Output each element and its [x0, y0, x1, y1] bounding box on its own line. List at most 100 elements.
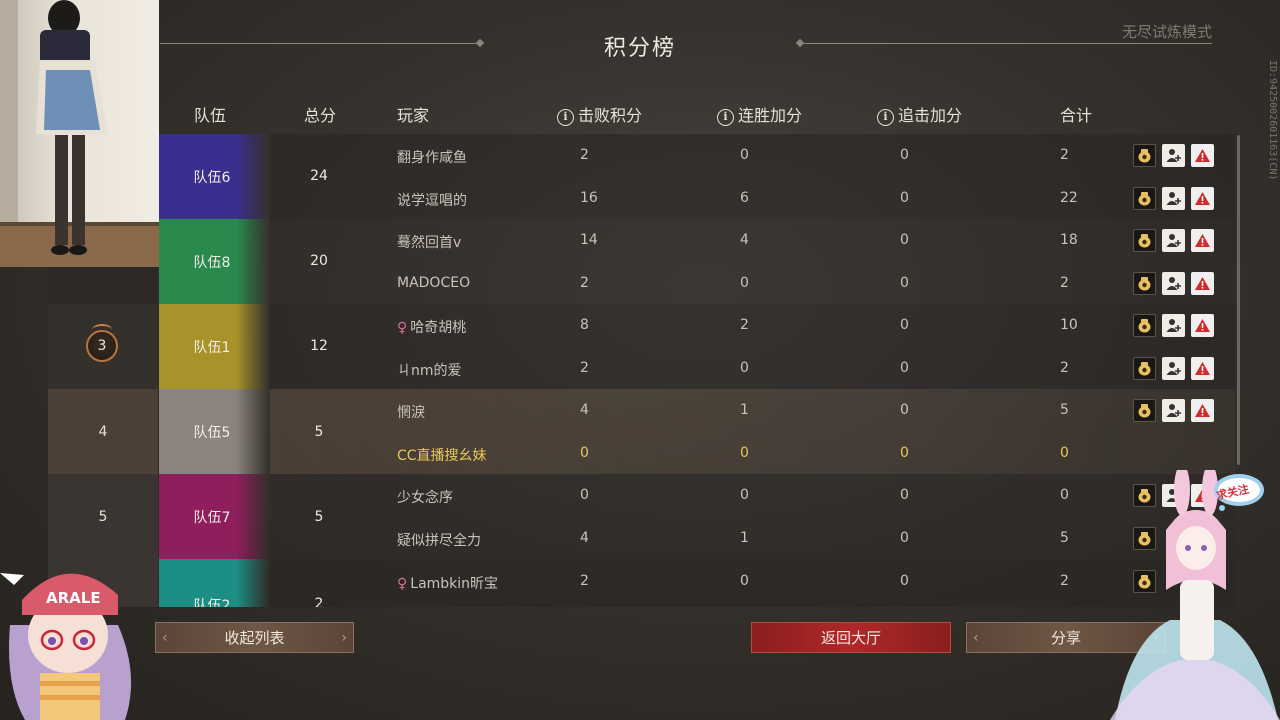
- add-friend-button[interactable]: [1162, 314, 1185, 337]
- player-name[interactable]: 惘淚: [397, 402, 547, 422]
- bean-bag-icon: [1138, 319, 1151, 333]
- webcam-image: [0, 0, 159, 267]
- chase-score: 0: [900, 317, 909, 333]
- add-friend-button[interactable]: [1162, 357, 1185, 380]
- rank-number: 4: [98, 424, 108, 440]
- team-block: 队伍2: [159, 559, 269, 607]
- bean-bag-button[interactable]: [1133, 144, 1156, 167]
- bean-bag-button[interactable]: [1133, 399, 1156, 422]
- return-lobby-button[interactable]: 返回大厅: [751, 622, 951, 653]
- player-total: 5: [1060, 530, 1069, 546]
- defeat-score: 2: [580, 275, 589, 291]
- header-sum: 合计: [1060, 106, 1093, 125]
- team-block: 队伍5: [159, 389, 269, 474]
- player-row: ㄐnm的爱 2 0 0 2: [397, 347, 1227, 389]
- report-button[interactable]: [1191, 357, 1214, 380]
- team-total: 20: [310, 253, 328, 269]
- streak-score: 1: [740, 530, 749, 546]
- streak-score: 1: [740, 402, 749, 418]
- header-team: 队伍: [194, 106, 227, 125]
- report-warning-icon: [1195, 149, 1210, 162]
- add-friend-button[interactable]: [1162, 187, 1185, 210]
- player-name[interactable]: MADOCEO: [397, 275, 547, 291]
- return-lobby-label: 返回大厅: [820, 629, 881, 647]
- team-total: 5: [314, 509, 324, 525]
- player-total: 22: [1060, 190, 1078, 206]
- player-row-self: CC直播搜幺妹 0 0 0 0: [397, 432, 1227, 474]
- player-name[interactable]: 翻身作咸鱼: [397, 147, 547, 167]
- defeat-score: 2: [580, 573, 589, 589]
- chase-score: 0: [900, 147, 909, 163]
- player-name[interactable]: 蓦然回首v: [397, 232, 547, 252]
- streak-score: 0: [740, 573, 749, 589]
- team-block: 队伍8: [159, 219, 269, 304]
- header-total: 总分: [304, 106, 337, 125]
- chase-score: 0: [900, 445, 909, 461]
- defeat-score: 16: [580, 190, 598, 206]
- header-defeat: i 击败积分: [557, 102, 642, 126]
- report-button[interactable]: [1191, 187, 1214, 210]
- player-row: ♀ 哈奇胡桃 8 2 0 10: [397, 304, 1227, 346]
- streak-score: 4: [740, 232, 749, 248]
- team-name: 队伍8: [193, 254, 231, 271]
- report-warning-icon: [1195, 319, 1210, 332]
- info-icon[interactable]: i: [557, 109, 574, 126]
- add-friend-icon: [1166, 404, 1181, 417]
- team-name: 队伍7: [193, 509, 231, 526]
- streak-score: 0: [740, 445, 749, 461]
- defeat-score: 0: [580, 487, 589, 503]
- chase-score: 0: [900, 487, 909, 503]
- player-total: 0: [1060, 487, 1069, 503]
- team-block: 队伍6: [159, 134, 269, 219]
- player-total: 2: [1060, 360, 1069, 376]
- report-button[interactable]: [1191, 272, 1214, 295]
- header-streak-label: 连胜加分: [738, 106, 803, 125]
- player-name-text: Lambkin昕宝: [410, 576, 499, 592]
- scrollbar[interactable]: [1237, 135, 1240, 465]
- collapse-list-button[interactable]: 收起列表: [155, 622, 354, 653]
- player-row: 惘淚 4 1 0 5: [397, 389, 1227, 431]
- add-friend-button[interactable]: [1162, 399, 1185, 422]
- add-friend-button[interactable]: [1162, 229, 1185, 252]
- bean-bag-icon: [1138, 234, 1151, 248]
- report-button[interactable]: [1191, 144, 1214, 167]
- defeat-score: 4: [580, 402, 589, 418]
- report-button[interactable]: [1191, 229, 1214, 252]
- bean-bag-icon: [1138, 277, 1151, 291]
- player-name[interactable]: ♀ Lambkin昕宝: [397, 573, 547, 593]
- player-name[interactable]: CC直播搜幺妹: [397, 445, 547, 465]
- player-row: 说学逗唱的 16 6 0 22: [397, 177, 1227, 219]
- team-total: 5: [314, 424, 324, 440]
- streak-score: 0: [740, 275, 749, 291]
- player-total: 0: [1060, 445, 1069, 461]
- player-row: 蓦然回首v 14 4 0 18: [397, 219, 1227, 261]
- bean-bag-button[interactable]: [1133, 187, 1156, 210]
- bean-bag-button[interactable]: [1133, 229, 1156, 252]
- report-button[interactable]: [1191, 399, 1214, 422]
- add-friend-icon: [1166, 149, 1181, 162]
- team-name: 队伍2: [193, 598, 231, 607]
- player-total: 2: [1060, 147, 1069, 163]
- info-icon[interactable]: i: [717, 109, 734, 126]
- player-name[interactable]: 少女念序: [397, 487, 547, 507]
- bean-bag-button[interactable]: [1133, 272, 1156, 295]
- player-total: 2: [1060, 275, 1069, 291]
- header-streak: i 连胜加分: [717, 102, 802, 126]
- streak-score: 0: [740, 487, 749, 503]
- add-friend-button[interactable]: [1162, 144, 1185, 167]
- bean-bag-button[interactable]: [1133, 357, 1156, 380]
- player-name[interactable]: 疑似拼尽全力: [397, 530, 547, 550]
- info-icon[interactable]: i: [877, 109, 894, 126]
- add-friend-button[interactable]: [1162, 272, 1185, 295]
- rank-number: 5: [98, 509, 108, 525]
- title-divider-left: [160, 43, 480, 44]
- player-name[interactable]: ♀ 哈奇胡桃: [397, 317, 547, 337]
- chase-score: 0: [900, 275, 909, 291]
- team-name: 队伍5: [193, 424, 231, 441]
- bean-bag-button[interactable]: [1133, 314, 1156, 337]
- report-button[interactable]: [1191, 314, 1214, 337]
- streak-score: 0: [740, 360, 749, 376]
- player-name[interactable]: ㄐnm的爱: [397, 360, 547, 380]
- player-name[interactable]: 说学逗唱的: [397, 190, 547, 210]
- chase-score: 0: [900, 573, 909, 589]
